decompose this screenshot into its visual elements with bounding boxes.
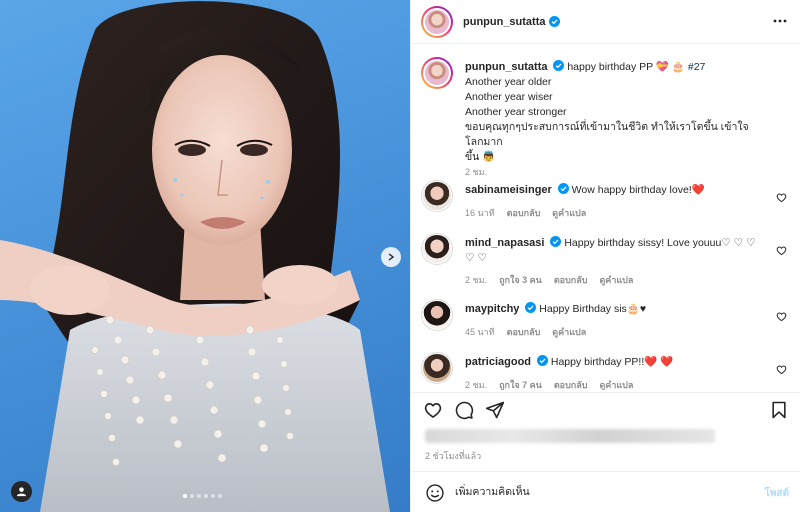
reply-button[interactable]: ตอบกลับ	[507, 206, 541, 220]
verified-icon	[525, 302, 537, 313]
comment-text-cont: ♡ ♡	[465, 252, 487, 264]
caption-line: ขอบคุณทุกๆประสบการณ์ที่เข้ามาในชีวิต ทำใ…	[465, 121, 749, 148]
verified-icon	[548, 16, 560, 27]
carousel-dot	[204, 494, 208, 498]
save-bookmark-icon[interactable]	[769, 400, 789, 420]
post-media[interactable]	[0, 0, 410, 512]
reply-button[interactable]: ตอบกลับ	[554, 378, 588, 390]
commenter-avatar[interactable]	[421, 352, 453, 384]
emoji-icon[interactable]	[425, 483, 445, 503]
reply-button[interactable]: ตอบกลับ	[554, 273, 588, 287]
commenter-username[interactable]: sabinameisinger	[465, 184, 552, 196]
comment-text: Happy birthday sissy! Love youuu♡ ♡ ♡	[564, 237, 756, 249]
comment-text: Happy Birthday sis🎂♥	[539, 303, 647, 315]
post-photo	[0, 1, 390, 512]
carousel-dot	[183, 494, 187, 498]
carousel-dot	[218, 494, 222, 498]
comments-list[interactable]: punpun_sutatta happy birthday PP 💝 🎂 #27…	[411, 45, 800, 390]
chevron-right-icon	[388, 253, 395, 261]
verified-icon	[553, 60, 565, 71]
author-avatar[interactable]	[421, 57, 453, 89]
commenter-avatar[interactable]	[421, 180, 453, 212]
translate-button[interactable]: ดูคำแปล	[599, 273, 633, 287]
caption-line: Another year wiser	[465, 91, 553, 103]
like-comment-icon[interactable]	[776, 245, 787, 256]
more-options-icon[interactable]	[773, 14, 787, 28]
author-avatar[interactable]	[421, 5, 453, 38]
tagged-users-button[interactable]	[11, 481, 32, 502]
like-comment-icon[interactable]	[776, 192, 787, 203]
caption-line: Another year older	[465, 76, 552, 88]
carousel-dot	[197, 494, 201, 498]
verified-icon	[550, 236, 562, 247]
like-comment-icon[interactable]	[776, 364, 787, 375]
comment-text: Wow happy birthday love!❤️	[571, 184, 705, 196]
like-icon[interactable]	[423, 400, 443, 420]
user-icon	[16, 487, 27, 497]
translate-button[interactable]: ดูคำแปล	[599, 378, 633, 390]
caption-line: ขึ้น 👼	[465, 151, 496, 163]
commenter-username[interactable]: patriciagood	[465, 356, 531, 368]
comment-timestamp[interactable]: 2 ชม.	[465, 378, 487, 390]
caption-timestamp[interactable]: 2 ชม.	[465, 165, 487, 179]
reply-button[interactable]: ตอบกลับ	[507, 325, 541, 339]
translate-button[interactable]: ดูคำแปล	[552, 325, 586, 339]
carousel-dot	[211, 494, 215, 498]
commenter-username[interactable]: maypitchy	[465, 303, 519, 315]
hashtag-link[interactable]: #27	[688, 61, 706, 73]
share-icon[interactable]	[485, 400, 505, 420]
comment-timestamp[interactable]: 2 ชม.	[465, 273, 487, 287]
post-actions	[411, 392, 800, 424]
comment-input[interactable]	[455, 484, 745, 500]
likes-summary-blurred	[425, 429, 715, 443]
verified-icon	[557, 183, 569, 194]
caption-username[interactable]: punpun_sutatta	[465, 61, 548, 73]
carousel-dots	[183, 494, 222, 498]
post-comment-button[interactable]: โพสต์	[764, 486, 789, 501]
author-username[interactable]: punpun_sutatta	[463, 16, 546, 28]
commenter-avatar[interactable]	[421, 233, 453, 265]
commenter-username[interactable]: mind_napasasi	[465, 237, 544, 249]
comment-text: Happy birthday PP!!❤️ ❤️	[550, 356, 674, 368]
comment-timestamp[interactable]: 16 นาที	[465, 206, 495, 220]
comment-likes-count[interactable]: ถูกใจ 7 คน	[499, 378, 542, 390]
comment-icon[interactable]	[454, 400, 474, 420]
like-comment-icon[interactable]	[776, 311, 787, 322]
caption-line: Another year stronger	[465, 106, 567, 118]
post-time-ago[interactable]: 2 ชั่วโมงที่แล้ว	[425, 449, 481, 463]
post-header: punpun_sutatta	[411, 0, 800, 44]
commenter-avatar[interactable]	[421, 299, 453, 331]
comment-likes-count[interactable]: ถูกใจ 3 คน	[499, 273, 542, 287]
comment-composer: โพสต์	[411, 471, 800, 512]
post-details-panel: punpun_sutatta punpun_sutatta happy birt…	[410, 0, 800, 512]
verified-icon	[536, 355, 548, 366]
carousel-dot	[190, 494, 194, 498]
caption-line: happy birthday PP 💝 🎂 #27	[567, 61, 706, 73]
carousel-next-button[interactable]	[381, 247, 401, 267]
comment-timestamp[interactable]: 45 นาที	[465, 325, 495, 339]
translate-button[interactable]: ดูคำแปล	[552, 206, 586, 220]
